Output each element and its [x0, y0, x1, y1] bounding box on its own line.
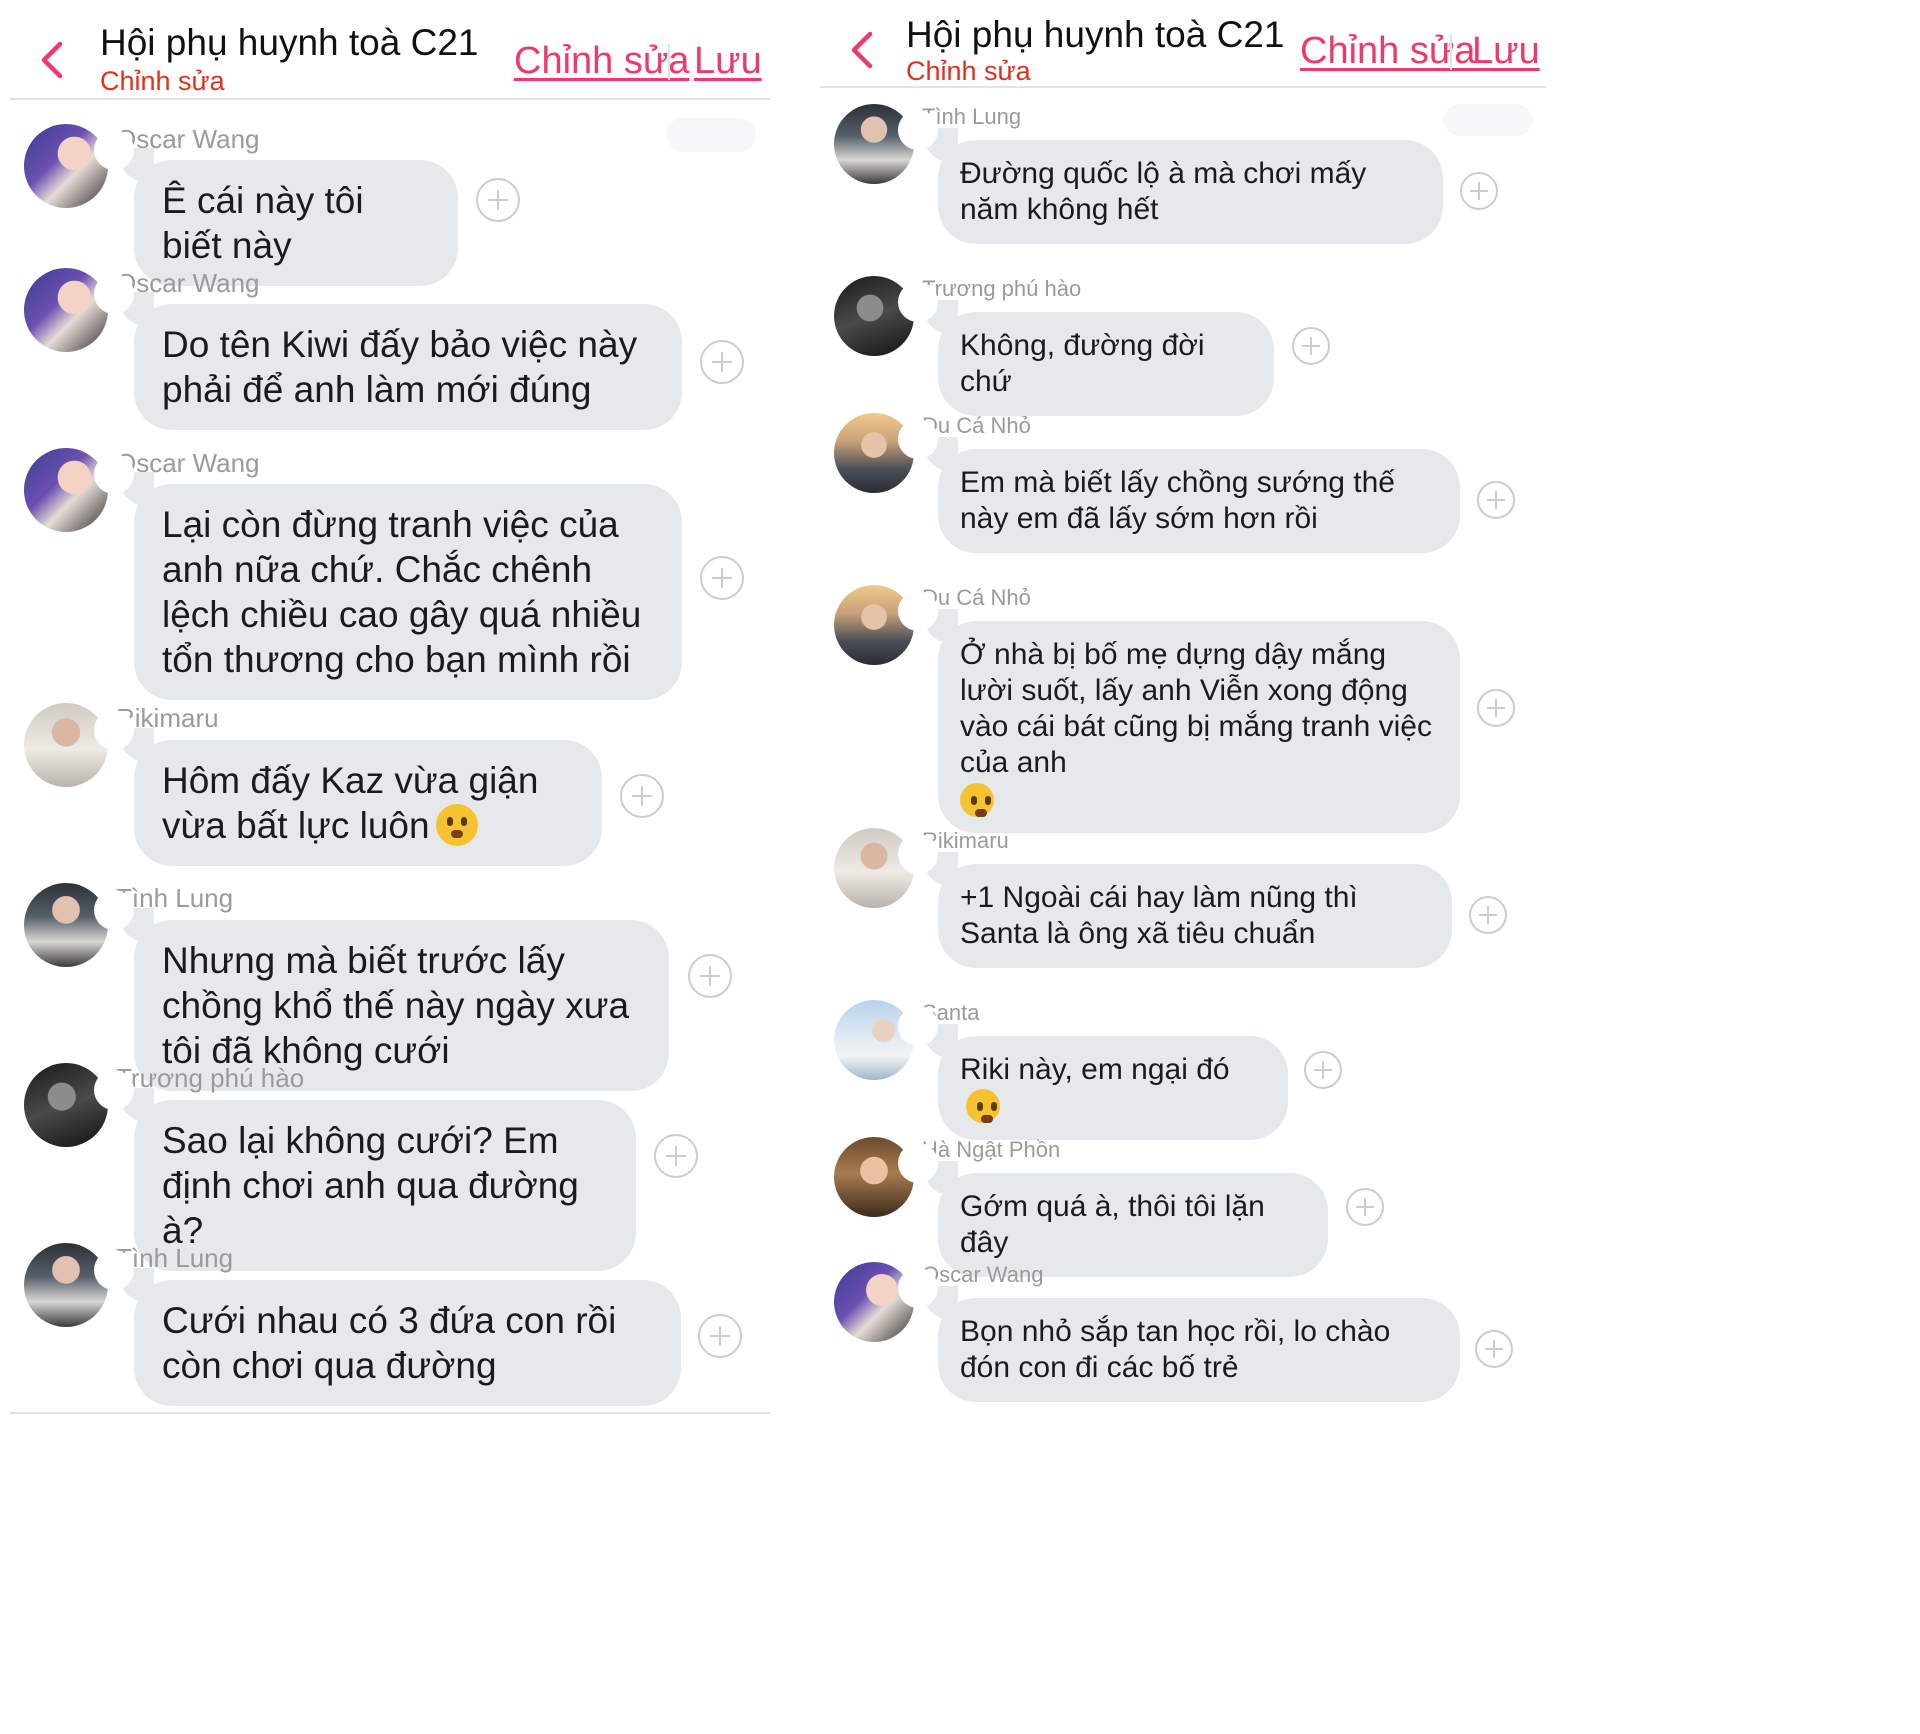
message-text: Em mà biết lấy chồng sướng thế này em đã…	[960, 466, 1395, 535]
message-text: Bọn nhỏ sắp tan học rồi, lo chào đón con…	[960, 1315, 1391, 1384]
sender-name: Trương phú hào	[922, 276, 1082, 301]
avatar-tinh-lung[interactable]	[24, 1243, 108, 1327]
sender-name: Oscar Wang	[922, 1262, 1044, 1287]
message-bubble[interactable]: Ở nhà bị bố mẹ dựng dậy mắng lười suốt, …	[938, 621, 1460, 833]
bubble-tail-mask	[898, 110, 938, 150]
add-reaction-plus-icon[interactable]	[1469, 896, 1507, 934]
sender-name: Hà Ngật Phồn	[922, 1137, 1061, 1162]
message-text: Lại còn đừng tranh việc của anh nữa chứ.…	[162, 504, 642, 680]
bubble-tail-mask	[898, 591, 938, 631]
header-divider	[668, 44, 670, 80]
avatar-oscar-wang[interactable]	[24, 448, 108, 532]
add-reaction-plus-icon[interactable]	[700, 340, 744, 384]
avatar-oscar-wang[interactable]	[24, 268, 108, 352]
add-reaction-plus-icon[interactable]	[476, 178, 520, 222]
add-reaction-plus-icon[interactable]	[698, 1314, 742, 1358]
header-separator	[820, 86, 1546, 88]
save-link[interactable]: Lưu	[694, 40, 762, 83]
message-text: Nhưng mà biết trước lấy chồng khổ thế nà…	[162, 940, 630, 1071]
save-link[interactable]: Lưu	[1472, 30, 1540, 73]
header-divider	[1450, 34, 1452, 70]
bubble-tail-mask	[898, 1143, 938, 1183]
message-bubble[interactable]: Lại còn đừng tranh việc của anh nữa chứ.…	[134, 484, 682, 700]
message-text: Sao lại không cưới? Em định chơi anh qua…	[162, 1120, 579, 1251]
bubble-tail-mask	[94, 710, 134, 750]
bubble-tail-mask	[898, 419, 938, 459]
chat-title: Hội phụ huynh toà C21	[906, 14, 1285, 55]
avatar-tinh-lung[interactable]	[24, 883, 108, 967]
message-text: Riki này, em ngại đó	[960, 1053, 1230, 1086]
message-text: +1 Ngoài cái hay làm nũng thì Santa là ô…	[960, 881, 1358, 950]
message-text: Đường quốc lộ à mà chơi mấy năm không hế…	[960, 157, 1367, 226]
bubble-tail-mask	[898, 1006, 938, 1046]
add-reaction-plus-icon[interactable]	[1346, 1188, 1384, 1226]
message-bubble[interactable]: Hôm đấy Kaz vừa giận vừa bất lực luôn	[134, 740, 602, 866]
grinning-sweat-emoji	[435, 804, 478, 846]
bubble-tail-mask	[898, 282, 938, 322]
message-text: Gớm quá à, thôi tôi lặn đây	[960, 1190, 1265, 1259]
add-reaction-plus-icon[interactable]	[700, 556, 744, 600]
bubble-tail-mask	[94, 274, 134, 314]
kissing-emoji	[966, 1089, 1000, 1123]
bubble-tail-mask	[898, 1268, 938, 1308]
message-text: Ở nhà bị bố mẹ dựng dậy mắng lười suốt, …	[960, 638, 1432, 779]
bubble-tail-mask	[94, 1070, 134, 1110]
message-bubble[interactable]: Bọn nhỏ sắp tan học rồi, lo chào đón con…	[938, 1298, 1460, 1402]
header-separator	[10, 98, 770, 100]
message-bubble[interactable]: Đường quốc lộ à mà chơi mấy năm không hế…	[938, 140, 1443, 244]
message-bubble[interactable]: Không, đường đời chứ	[938, 312, 1274, 416]
sender-name: Du Cá Nhỏ	[922, 413, 1031, 438]
message-bubble[interactable]: Riki này, em ngại đó	[938, 1036, 1288, 1140]
add-reaction-plus-icon[interactable]	[1304, 1051, 1342, 1089]
avatar-rikimaru[interactable]	[24, 703, 108, 787]
add-reaction-plus-icon[interactable]	[654, 1134, 698, 1178]
message-text: Ê cái này tôi biết này	[162, 180, 364, 266]
bubble-tail-mask	[94, 130, 134, 170]
add-reaction-plus-icon[interactable]	[688, 954, 732, 998]
bubble-tail-mask	[94, 1250, 134, 1290]
add-reaction-plus-icon[interactable]	[1475, 1330, 1513, 1368]
message-text: Do tên Kiwi đấy bảo việc này phải để anh…	[162, 324, 638, 410]
add-reaction-plus-icon[interactable]	[1477, 481, 1515, 519]
avatar-truong-phu-hao[interactable]	[24, 1063, 108, 1147]
bubble-tail-mask	[94, 454, 134, 494]
edit-link[interactable]: Chỉnh sửa	[514, 40, 689, 83]
back-chevron-icon[interactable]	[848, 30, 876, 70]
chat-title: Hội phụ huynh toà C21	[100, 22, 479, 63]
faded-badge	[666, 118, 756, 152]
message-bubble[interactable]: Em mà biết lấy chồng sướng thế này em đã…	[938, 449, 1460, 553]
add-reaction-plus-icon[interactable]	[1460, 172, 1498, 210]
message-bubble[interactable]: +1 Ngoài cái hay làm nũng thì Santa là ô…	[938, 864, 1452, 968]
message-text: Không, đường đời chứ	[960, 329, 1205, 398]
bubble-tail-mask	[898, 834, 938, 874]
bubble-tail-mask	[94, 890, 134, 930]
sender-name: Du Cá Nhỏ	[922, 585, 1031, 610]
left-chat-panel: Hội phụ huynh toà C21 Chỉnh sửa Chỉnh sử…	[0, 0, 960, 1734]
avatar-oscar-wang[interactable]	[24, 124, 108, 208]
add-reaction-plus-icon[interactable]	[620, 774, 664, 818]
chat-subtitle: Chỉnh sửa	[100, 66, 225, 96]
chat-subtitle: Chỉnh sửa	[906, 56, 1031, 86]
message-text: Cưới nhau có 3 đứa con rồi còn chơi qua …	[162, 1300, 617, 1386]
message-bubble[interactable]: Do tên Kiwi đấy bảo việc này phải để anh…	[134, 304, 682, 430]
add-reaction-plus-icon[interactable]	[1477, 689, 1515, 727]
add-reaction-plus-icon[interactable]	[1292, 327, 1330, 365]
faded-badge	[1444, 104, 1532, 136]
message-text: Hôm đấy Kaz vừa giận vừa bất lực luôn	[162, 760, 539, 846]
hushed-emoji	[960, 783, 994, 817]
back-chevron-icon[interactable]	[38, 40, 66, 80]
message-bubble[interactable]: Cưới nhau có 3 đứa con rồi còn chơi qua …	[134, 1280, 681, 1406]
bottom-separator	[10, 1412, 770, 1414]
